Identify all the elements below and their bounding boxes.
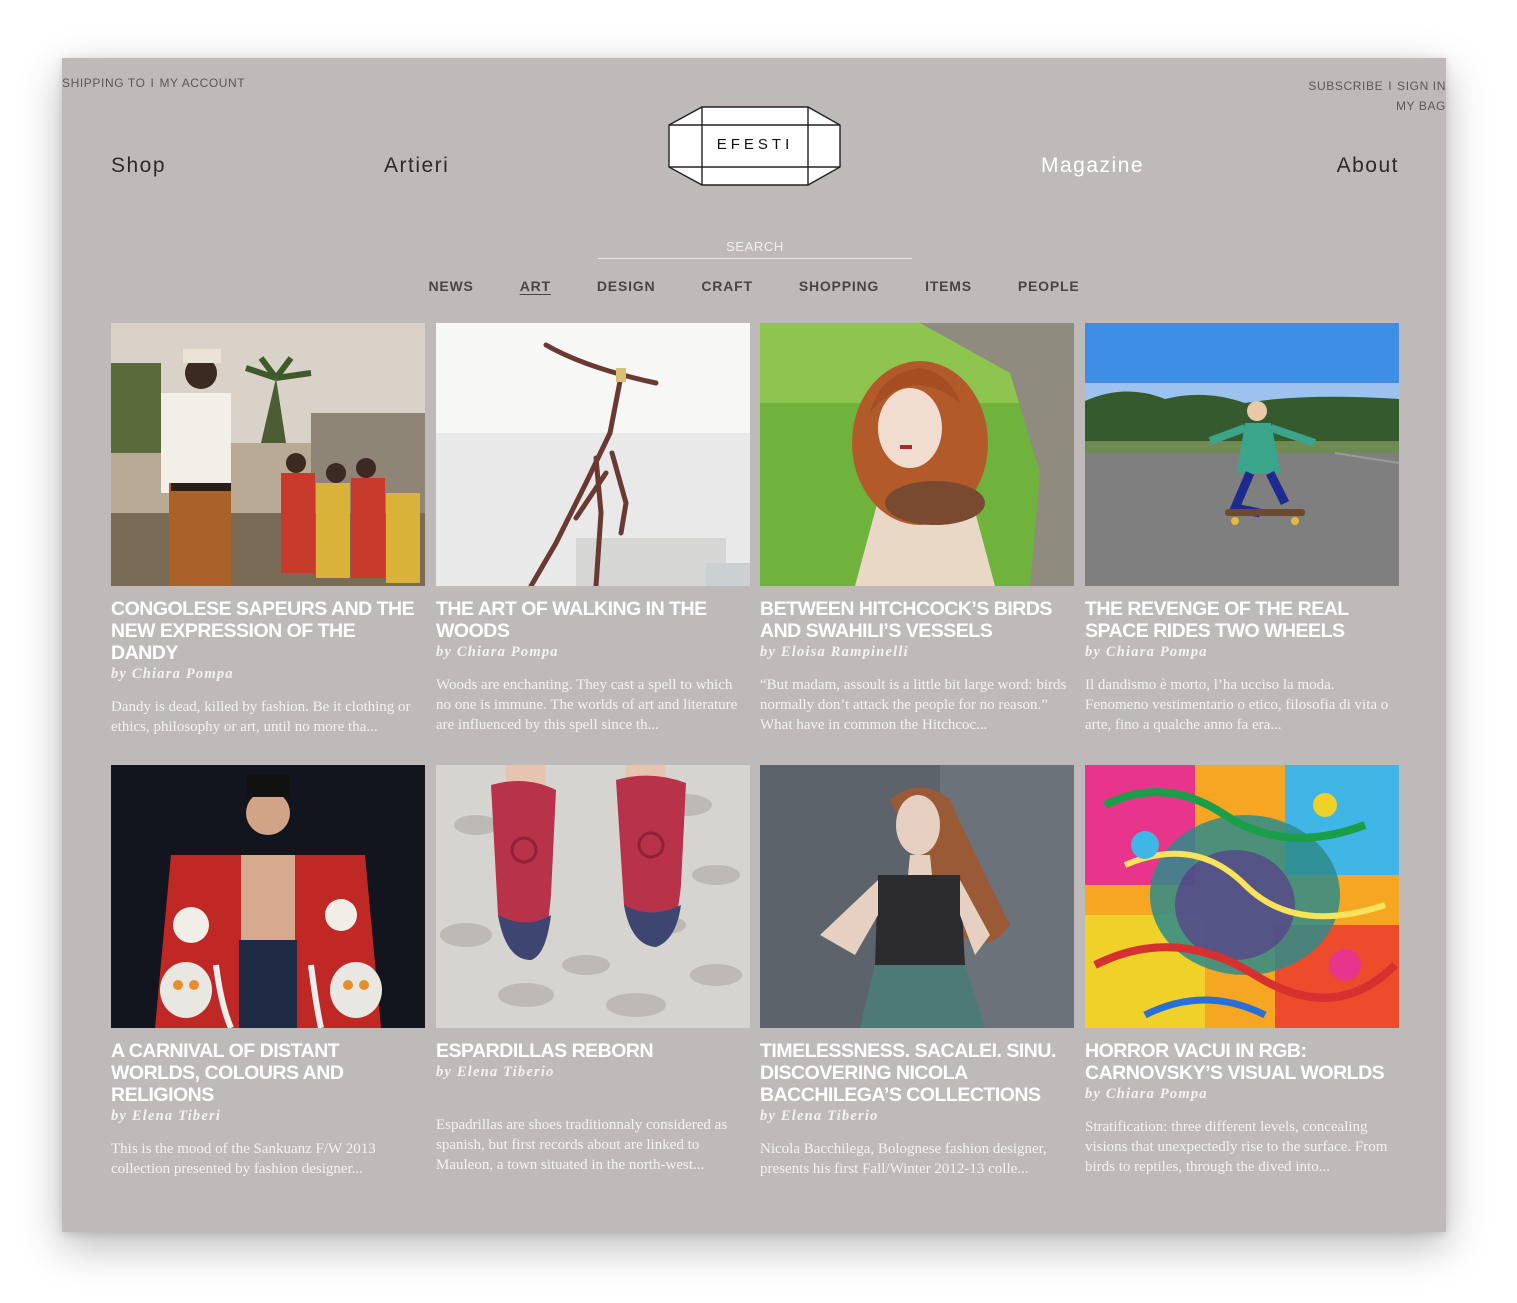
espadrilles-photo (436, 765, 750, 1028)
redhead-feather-collar-photo (760, 323, 1074, 586)
article-card: BETWEEN HITCHCOCK’S BIRDS AND SWAHILI’S … (760, 323, 1074, 735)
branch-sculpture-photo (436, 323, 750, 586)
article-image[interactable] (111, 323, 425, 586)
nav-artieri[interactable]: Artieri (384, 154, 449, 178)
article-author: by Elena Tiberio (436, 1064, 555, 1080)
article-excerpt: Woods are enchanting. They cast a spell … (436, 677, 738, 733)
page: SHIPPING TO I MY ACCOUNT SUBSCRIBE I SIGN IN… (62, 58, 1446, 1232)
article-author: by Elena Tiberi (111, 1108, 222, 1124)
nav-magazine[interactable]: Magazine (1041, 154, 1144, 178)
article-image[interactable] (760, 323, 1074, 586)
article-author: by Chiara Pompa (1085, 1086, 1208, 1102)
article-excerpt: Stratification: three different levels, … (1085, 1119, 1388, 1175)
article-title[interactable]: A CARNIVAL OF DISTANT WORLDS, COLOURS AN… (111, 1040, 425, 1106)
article-author: by Eloisa Rampinelli (760, 644, 909, 660)
article-image[interactable] (1085, 765, 1399, 1028)
article-title[interactable]: TIMELESSNESS. SACALEI. SINU. DISCOVERING… (760, 1040, 1074, 1106)
utility-links-right: SUBSCRIBE I SIGN IN MY BAG (1308, 76, 1446, 116)
nav-shop[interactable]: Shop (111, 154, 166, 178)
category-people[interactable]: PEOPLE (1018, 278, 1080, 294)
article-title[interactable]: THE REVENGE OF THE REAL SPACE RIDES TWO … (1085, 598, 1399, 642)
article-title[interactable]: HORROR VACUI IN RGB: CARNOVSKY’S VISUAL … (1085, 1040, 1399, 1084)
model-portrait-photo (760, 765, 1074, 1028)
article-image[interactable] (760, 765, 1074, 1028)
category-shopping[interactable]: SHOPPING (799, 278, 879, 294)
article-title[interactable]: ESPARDILLAS REBORN (436, 1040, 750, 1062)
search-box (598, 238, 912, 259)
category-nav: NEWS ART DESIGN CRAFT SHOPPING ITEMS PEO… (62, 278, 1446, 294)
category-design[interactable]: DESIGN (597, 278, 655, 294)
article-author: by Chiara Pompa (111, 666, 234, 682)
article-excerpt: “But madam, assoult is a little bit larg… (760, 677, 1067, 733)
category-art[interactable]: ART (520, 278, 551, 294)
nav-about[interactable]: About (1337, 154, 1399, 178)
runway-red-coat-photo (111, 765, 425, 1028)
category-items[interactable]: ITEMS (925, 278, 972, 294)
article-excerpt: This is the mood of the Sankuanz F/W 201… (111, 1141, 376, 1177)
article-excerpt: Dandy is dead, killed by fashion. Be it … (111, 699, 411, 735)
article-image[interactable] (1085, 323, 1399, 586)
rgb-artwork-image (1085, 765, 1399, 1028)
article-title[interactable]: THE ART OF WALKING IN THE WOODS (436, 598, 750, 642)
article-card: THE ART OF WALKING IN THE WOODS by Chiar… (436, 323, 750, 735)
sign-in-link[interactable]: SIGN IN (1397, 79, 1446, 93)
skateboard-girl-photo (1085, 323, 1399, 586)
article-title[interactable]: BETWEEN HITCHCOCK’S BIRDS AND SWAHILI’S … (760, 598, 1074, 642)
sapeur-photo (111, 323, 425, 586)
article-card: THE REVENGE OF THE REAL SPACE RIDES TWO … (1085, 323, 1399, 735)
article-title[interactable]: CONGOLESE SAPEURS AND THE NEW EXPRESSION… (111, 598, 425, 664)
article-image[interactable] (111, 765, 425, 1028)
article-card: HORROR VACUI IN RGB: CARNOVSKY’S VISUAL … (1085, 765, 1399, 1177)
article-excerpt: Nicola Bacchilega, Bolognese fashion des… (760, 1141, 1047, 1177)
shipping-to-link[interactable]: SHIPPING TO (62, 76, 146, 90)
article-author: by Chiara Pompa (436, 644, 559, 660)
my-bag-link[interactable]: MY BAG (1396, 99, 1446, 113)
article-card: TIMELESSNESS. SACALEI. SINU. DISCOVERING… (760, 765, 1074, 1179)
article-image[interactable] (436, 323, 750, 586)
utility-separator: I (1388, 79, 1393, 93)
article-excerpt: Espadrillas are shoes traditionnaly cons… (436, 1117, 728, 1173)
search-input[interactable] (598, 239, 912, 259)
article-card: ESPARDILLAS REBORN by Elena Tiberio Espa… (436, 765, 750, 1175)
article-author: by Chiara Pompa (1085, 644, 1208, 660)
category-news[interactable]: NEWS (429, 278, 474, 294)
subscribe-link[interactable]: SUBSCRIBE (1308, 79, 1383, 93)
utility-separator: I (150, 76, 155, 90)
category-craft[interactable]: CRAFT (701, 278, 752, 294)
utility-links-left: SHIPPING TO I MY ACCOUNT (62, 76, 245, 90)
article-card: A CARNIVAL OF DISTANT WORLDS, COLOURS AN… (111, 765, 425, 1179)
article-image[interactable] (436, 765, 750, 1028)
article-excerpt: Il dandismo è morto, l’ha ucciso la moda… (1085, 677, 1389, 733)
logo-text: EFESTI (716, 136, 794, 153)
efesti-logo[interactable]: EFESTI (668, 105, 842, 187)
my-account-link[interactable]: MY ACCOUNT (159, 76, 245, 90)
article-card: CONGOLESE SAPEURS AND THE NEW EXPRESSION… (111, 323, 425, 737)
article-author: by Elena Tiberio (760, 1108, 879, 1124)
